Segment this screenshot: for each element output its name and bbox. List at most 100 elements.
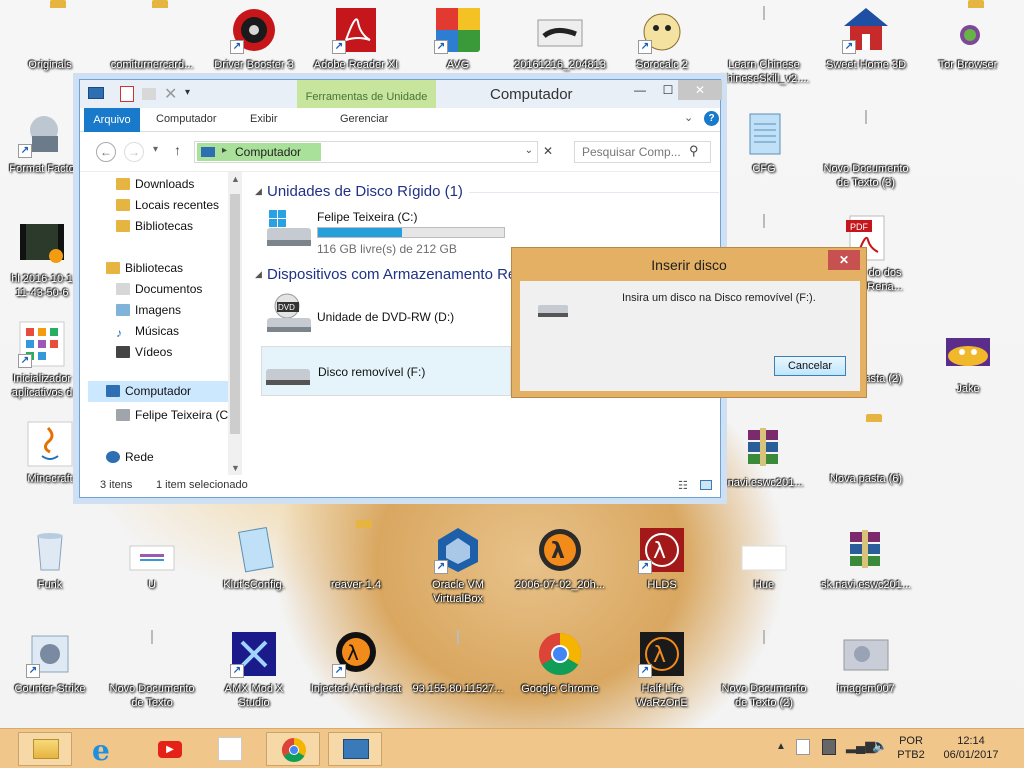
nav-item-videos[interactable]: Vídeos	[116, 345, 172, 359]
nav-item-downloads[interactable]: Downloads	[116, 177, 194, 191]
breadcrumb[interactable]: Computador	[197, 143, 321, 161]
desktop-icon-photo[interactable]: 20161216_204813	[512, 6, 608, 72]
desktop-icon-counter-strike[interactable]: ↗ Counter-Strike	[2, 630, 98, 696]
clear-address-icon[interactable]: ✕	[543, 144, 553, 158]
clock[interactable]: 12:14 06/01/2017	[934, 734, 1008, 762]
nav-item-music[interactable]: ♪ Músicas	[116, 324, 179, 340]
desktop-icon-nova-pasta-6[interactable]: Nova pasta (6)	[818, 420, 914, 486]
collapse-group-icon[interactable]: ◢	[255, 269, 262, 280]
desktop-icon-amx-studio[interactable]: ↗ AMX Mod X Studio	[206, 630, 302, 710]
address-field[interactable]: Computador ▸ ⌄	[194, 141, 538, 163]
desktop-icon-kluts-config[interactable]: Klut'sConfig.	[206, 526, 302, 592]
desktop-icon-google-chrome[interactable]: Google Chrome	[512, 630, 608, 696]
desktop-icon-tor-browser[interactable]: Tor Browser	[920, 6, 1016, 72]
recent-locations-icon[interactable]: ▾	[153, 144, 158, 155]
desktop-icon-imagem007[interactable]: imagem007	[818, 630, 914, 696]
desktop-icon-comiturnercard[interactable]: comiturnercard...	[104, 6, 200, 72]
tab-exibir[interactable]: Exibir	[250, 113, 278, 125]
desktop-icon-app-launcher[interactable]: ↗ Inicializador aplicativos d	[2, 320, 82, 400]
taskbar-file-explorer[interactable]	[18, 732, 72, 766]
help-icon[interactable]: ?	[704, 111, 719, 126]
taskbar-chrome[interactable]	[266, 732, 320, 766]
scroll-up-icon[interactable]: ▲	[231, 174, 240, 184]
nav-item-pictures[interactable]: Imagens	[116, 303, 181, 317]
tab-computador[interactable]: Computador	[156, 113, 217, 125]
desktop-icon-avg[interactable]: ↗ AVG	[410, 6, 506, 72]
desktop-icon-sweet-home[interactable]: ↗ Sweet Home 3D	[818, 6, 914, 72]
drive-removable[interactable]: Disco removível (F:)	[261, 346, 511, 396]
winrar-icon	[740, 424, 788, 472]
taskbar-app-launcher[interactable]	[204, 732, 258, 766]
nav-scrollbar[interactable]: ▲ ▼	[228, 172, 242, 475]
show-hidden-icons[interactable]: ▲	[776, 741, 786, 752]
desktop-icon-hlds[interactable]: λ ↗ HLDS	[614, 526, 710, 592]
taskbar-control-panel[interactable]	[328, 732, 382, 766]
desktop-icon-novo-documento-2[interactable]: Novo Documento de Texto (2)	[716, 630, 812, 710]
cancel-button[interactable]: Cancelar	[774, 356, 846, 376]
nav-item-computer[interactable]: Computador	[88, 381, 228, 402]
desktop-icon-novo-documento[interactable]: Novo Documento de Texto	[104, 630, 200, 710]
group-removable-storage[interactable]: Dispositivos com Armazenamento Re	[267, 266, 516, 283]
nav-item-libraries-fav[interactable]: Bibliotecas	[116, 219, 193, 233]
nav-item-recent[interactable]: Locais recentes	[116, 198, 219, 212]
details-view-icon[interactable]: ☷	[678, 479, 688, 492]
desktop-icon-originals[interactable]: Originals	[2, 6, 98, 72]
group-hard-drives[interactable]: Unidades de Disco Rígido (1)	[267, 183, 463, 200]
desktop-icon-hue[interactable]: Hue	[716, 526, 812, 592]
desktop-icon-sorocalc[interactable]: ↗ Sorocalc 2	[614, 6, 710, 72]
breadcrumb-computer[interactable]: Computador	[235, 145, 301, 159]
desktop-icon-hl2-video[interactable]: λ 2006-07-02_20h...	[512, 526, 608, 592]
scroll-down-icon[interactable]: ▼	[231, 463, 240, 473]
scrollbar-thumb[interactable]	[230, 194, 240, 434]
desktop-icon-hl-video[interactable]: hl 2016-10-1 11-43-50-6	[2, 220, 82, 300]
signal-icon[interactable]: ▂▄▆	[846, 738, 875, 754]
desktop-icon-novo-documento-3[interactable]: Novo Documento de Texto (3)	[818, 110, 914, 190]
properties-icon[interactable]	[120, 86, 134, 102]
desktop-icon-learn-chinese[interactable]: Learn Chinese ChineseSkill_v2....	[716, 6, 812, 86]
desktop-icon-jake[interactable]: Jake	[920, 330, 1016, 396]
desktop-icon-half-life-warzone[interactable]: λ ↗ Half-Life WaRzOnE	[614, 630, 710, 710]
new-folder-icon[interactable]	[142, 88, 156, 100]
taskbar-youtube[interactable]: ▶	[142, 732, 196, 766]
dialog-close-button[interactable]: ✕	[828, 250, 860, 270]
status-selection: 1 item selecionado	[156, 479, 248, 491]
nav-item-drive-c[interactable]: Felipe Teixeira (C	[116, 408, 228, 422]
desktop-icon-funk[interactable]: Funk	[2, 526, 98, 592]
up-button[interactable]: ↑	[174, 142, 181, 158]
large-icons-view-icon[interactable]	[700, 480, 712, 490]
desktop-icon-sk-navi-rar[interactable]: sk.navi.eswc201...	[818, 526, 914, 592]
desktop-icon-reaver[interactable]: reaver-1.4	[308, 526, 404, 592]
youtube-icon: ▶	[158, 741, 182, 758]
delete-icon[interactable]: ✕	[164, 84, 177, 104]
ribbon-expand-icon[interactable]: ⌄	[684, 111, 693, 124]
desktop-icon-virtualbox[interactable]: ↗ Oracle VM VirtualBox	[410, 526, 506, 606]
group-divider	[469, 192, 719, 193]
nav-item-documents[interactable]: Documentos	[116, 282, 202, 296]
forward-button[interactable]: →	[124, 142, 144, 162]
usb-icon[interactable]	[822, 739, 836, 755]
close-button[interactable]: ✕	[678, 80, 722, 100]
qat-dropdown-icon[interactable]: ▾	[185, 87, 190, 98]
tab-arquivo[interactable]: Arquivo	[84, 108, 140, 132]
taskbar-internet-explorer[interactable]: e	[80, 732, 134, 767]
desktop-icon-cfg[interactable]: CFG	[716, 110, 812, 176]
desktop-icon-format-factory[interactable]: ↗ Format Facto	[2, 110, 82, 176]
desktop-icon-navi-rar[interactable]: .navi.eswc201...	[716, 424, 812, 490]
language-code: POR	[899, 735, 923, 747]
desktop-icon-u[interactable]: U	[104, 526, 200, 592]
action-center-icon[interactable]	[796, 739, 810, 755]
nav-item-network[interactable]: Rede	[106, 450, 154, 464]
desktop-icon-ip-doc[interactable]: 93.155.80.11527...	[410, 630, 506, 696]
input-language[interactable]: POR PTB2	[894, 734, 928, 762]
desktop-icon-driver-booster[interactable]: ↗ Driver Booster 3	[206, 6, 302, 72]
nav-item-libraries[interactable]: Bibliotecas	[106, 261, 183, 275]
desktop-icon-adobe-reader[interactable]: ↗ Adobe Reader XI	[308, 6, 404, 72]
volume-icon[interactable]: 🔈	[872, 738, 888, 754]
minimize-button[interactable]: —	[626, 80, 654, 100]
back-button[interactable]: ←	[96, 142, 116, 162]
collapse-group-icon[interactable]: ◢	[255, 186, 262, 197]
drive-dvd[interactable]: DVD Unidade de DVD-RW (D:)	[263, 290, 493, 338]
tab-gerenciar[interactable]: Gerenciar	[340, 113, 388, 125]
desktop-icon-injected-anticheat[interactable]: λ ↗ Injected Anti-cheat	[308, 630, 404, 696]
address-dropdown-icon[interactable]: ⌄	[525, 145, 533, 156]
